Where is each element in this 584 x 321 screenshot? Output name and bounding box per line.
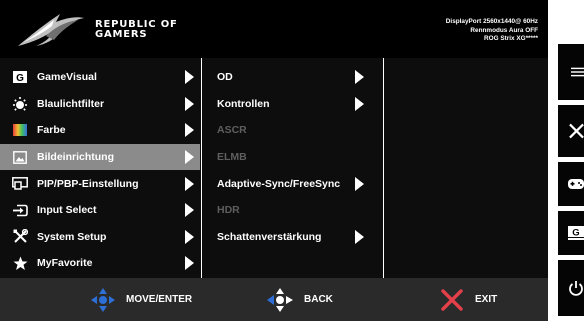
color-icon [12,123,28,137]
sub-menu-item-label: Schattenverstärkung [217,230,322,243]
move-enter-hint[interactable]: MOVE/ENTER [90,278,192,321]
osd-panel: REPUBLIC OF GAMERS DisplayPort 2560x1440… [0,0,548,321]
exit-hint[interactable]: EXIT [441,278,497,321]
osd-footer: MOVE/ENTER BACK EXIT [0,278,548,321]
main-menu: G GameVisual Blaulichtfilter Farbe Bilde… [0,64,200,277]
chevron-right-icon [185,203,194,218]
brand-name: REPUBLIC OF GAMERS [95,20,178,40]
osd-header: REPUBLIC OF GAMERS DisplayPort 2560x1440… [0,0,548,58]
hotkey-gamevisual-button[interactable]: G [558,211,584,255]
chevron-right-icon [185,150,194,165]
image-icon [12,150,28,164]
brand-line-2: GAMERS [95,29,148,40]
main-menu-item-bildeinrichtung[interactable]: Bildeinrichtung [0,143,200,171]
sub-menu-item-hdr: HDR [204,197,382,224]
gamevisual-hotkey-icon: G [568,226,584,240]
back-hint[interactable]: BACK [266,278,333,321]
close-icon [569,123,584,139]
chevron-right-icon [185,123,194,138]
chevron-right-icon [355,96,364,111]
main-menu-item-label: GameVisual [37,71,97,84]
rog-logo-icon [18,14,84,46]
signal-info-line-1: DisplayPort 2560x1440@ 60Hz [445,18,538,25]
svg-text:G: G [572,228,579,239]
chevron-right-icon [185,96,194,111]
main-menu-item-label: Blaulichtfilter [37,97,105,110]
sub-menu-item-label: Adaptive-Sync/FreeSync [217,177,341,190]
main-menu-item-label: PIP/PBP-Einstellung [37,177,139,190]
sub-menu-item-elmb: ELMB [204,144,382,171]
sub-menu-item-od[interactable]: OD [204,64,382,91]
sub-menu-item-label: ASCR [217,124,247,137]
chevron-right-icon [185,176,194,191]
main-menu-item-label: Farbe [37,124,66,137]
sub-menu-item-label: Kontrollen [217,97,270,110]
sub-menu-item-label: HDR [217,204,240,217]
back-nav-icon [267,287,293,312]
signal-info: DisplayPort 2560x1440@ 60Hz Rennmodus Au… [446,18,538,44]
exit-x-icon [441,288,463,311]
main-menu-item-label: System Setup [37,230,107,243]
back-label: BACK [304,294,333,305]
sub-menu-item-label: OD [217,71,233,84]
main-menu-item-gamevisual[interactable]: G GameVisual [0,64,200,91]
main-menu-item-system-setup[interactable]: System Setup [0,224,200,251]
input-icon [12,203,28,217]
chevron-right-icon [185,70,194,85]
hotkey-power-button[interactable] [558,260,584,316]
hotkey-close-button[interactable] [558,105,584,157]
star-icon [12,256,28,270]
signal-info-line-3: ROG Strix XG***** [484,35,538,42]
four-way-nav-icon [91,287,115,312]
hotkey-menu-button[interactable] [558,44,584,100]
tools-icon [12,229,28,244]
main-menu-item-input-select[interactable]: Input Select [0,197,200,224]
gamepad-icon [568,179,584,189]
signal-info-line-2: Rennmodus Aura OFF [470,26,538,34]
menu-icon [571,67,584,77]
main-menu-item-blaulichtfilter[interactable]: Blaulichtfilter [0,91,200,118]
sub-menu-item-kontrollen[interactable]: Kontrollen [204,91,382,118]
column-divider-2 [383,58,384,278]
osd-body: G GameVisual Blaulichtfilter Farbe Bilde… [0,58,548,278]
main-menu-item-myfavorite[interactable]: MyFavorite [0,250,200,277]
main-menu-item-farbe[interactable]: Farbe [0,117,200,144]
power-icon [569,281,583,296]
sub-menu-item-adaptive-sync[interactable]: Adaptive-Sync/FreeSync [204,170,382,197]
column-divider-1 [201,58,202,278]
main-menu-item-label: Bildeinrichtung [37,151,114,164]
exit-label: EXIT [475,294,498,305]
svg-text:G: G [16,73,24,83]
move-enter-label: MOVE/ENTER [126,294,193,305]
hotkey-gamepad-button[interactable] [558,162,584,206]
chevron-right-icon [185,229,194,244]
gamevisual-icon: G [12,70,28,84]
bluelight-icon [12,96,28,111]
main-menu-item-label: MyFavorite [37,257,93,270]
chevron-right-icon [185,256,194,271]
chevron-right-icon [355,229,364,244]
chevron-right-icon [355,70,364,85]
chevron-right-icon [355,176,364,191]
sub-menu-item-ascr: ASCR [204,117,382,144]
sub-menu: OD Kontrollen ASCR ELMB Adaptive-Sync/Fr… [204,64,382,250]
main-menu-item-label: Input Select [37,204,97,217]
sub-menu-item-label: ELMB [217,151,247,164]
main-menu-item-pip-pbp[interactable]: PIP/PBP-Einstellung [0,170,200,197]
sub-menu-item-schattenverstaerkung[interactable]: Schattenverstärkung [204,224,382,251]
pip-icon [12,177,28,191]
